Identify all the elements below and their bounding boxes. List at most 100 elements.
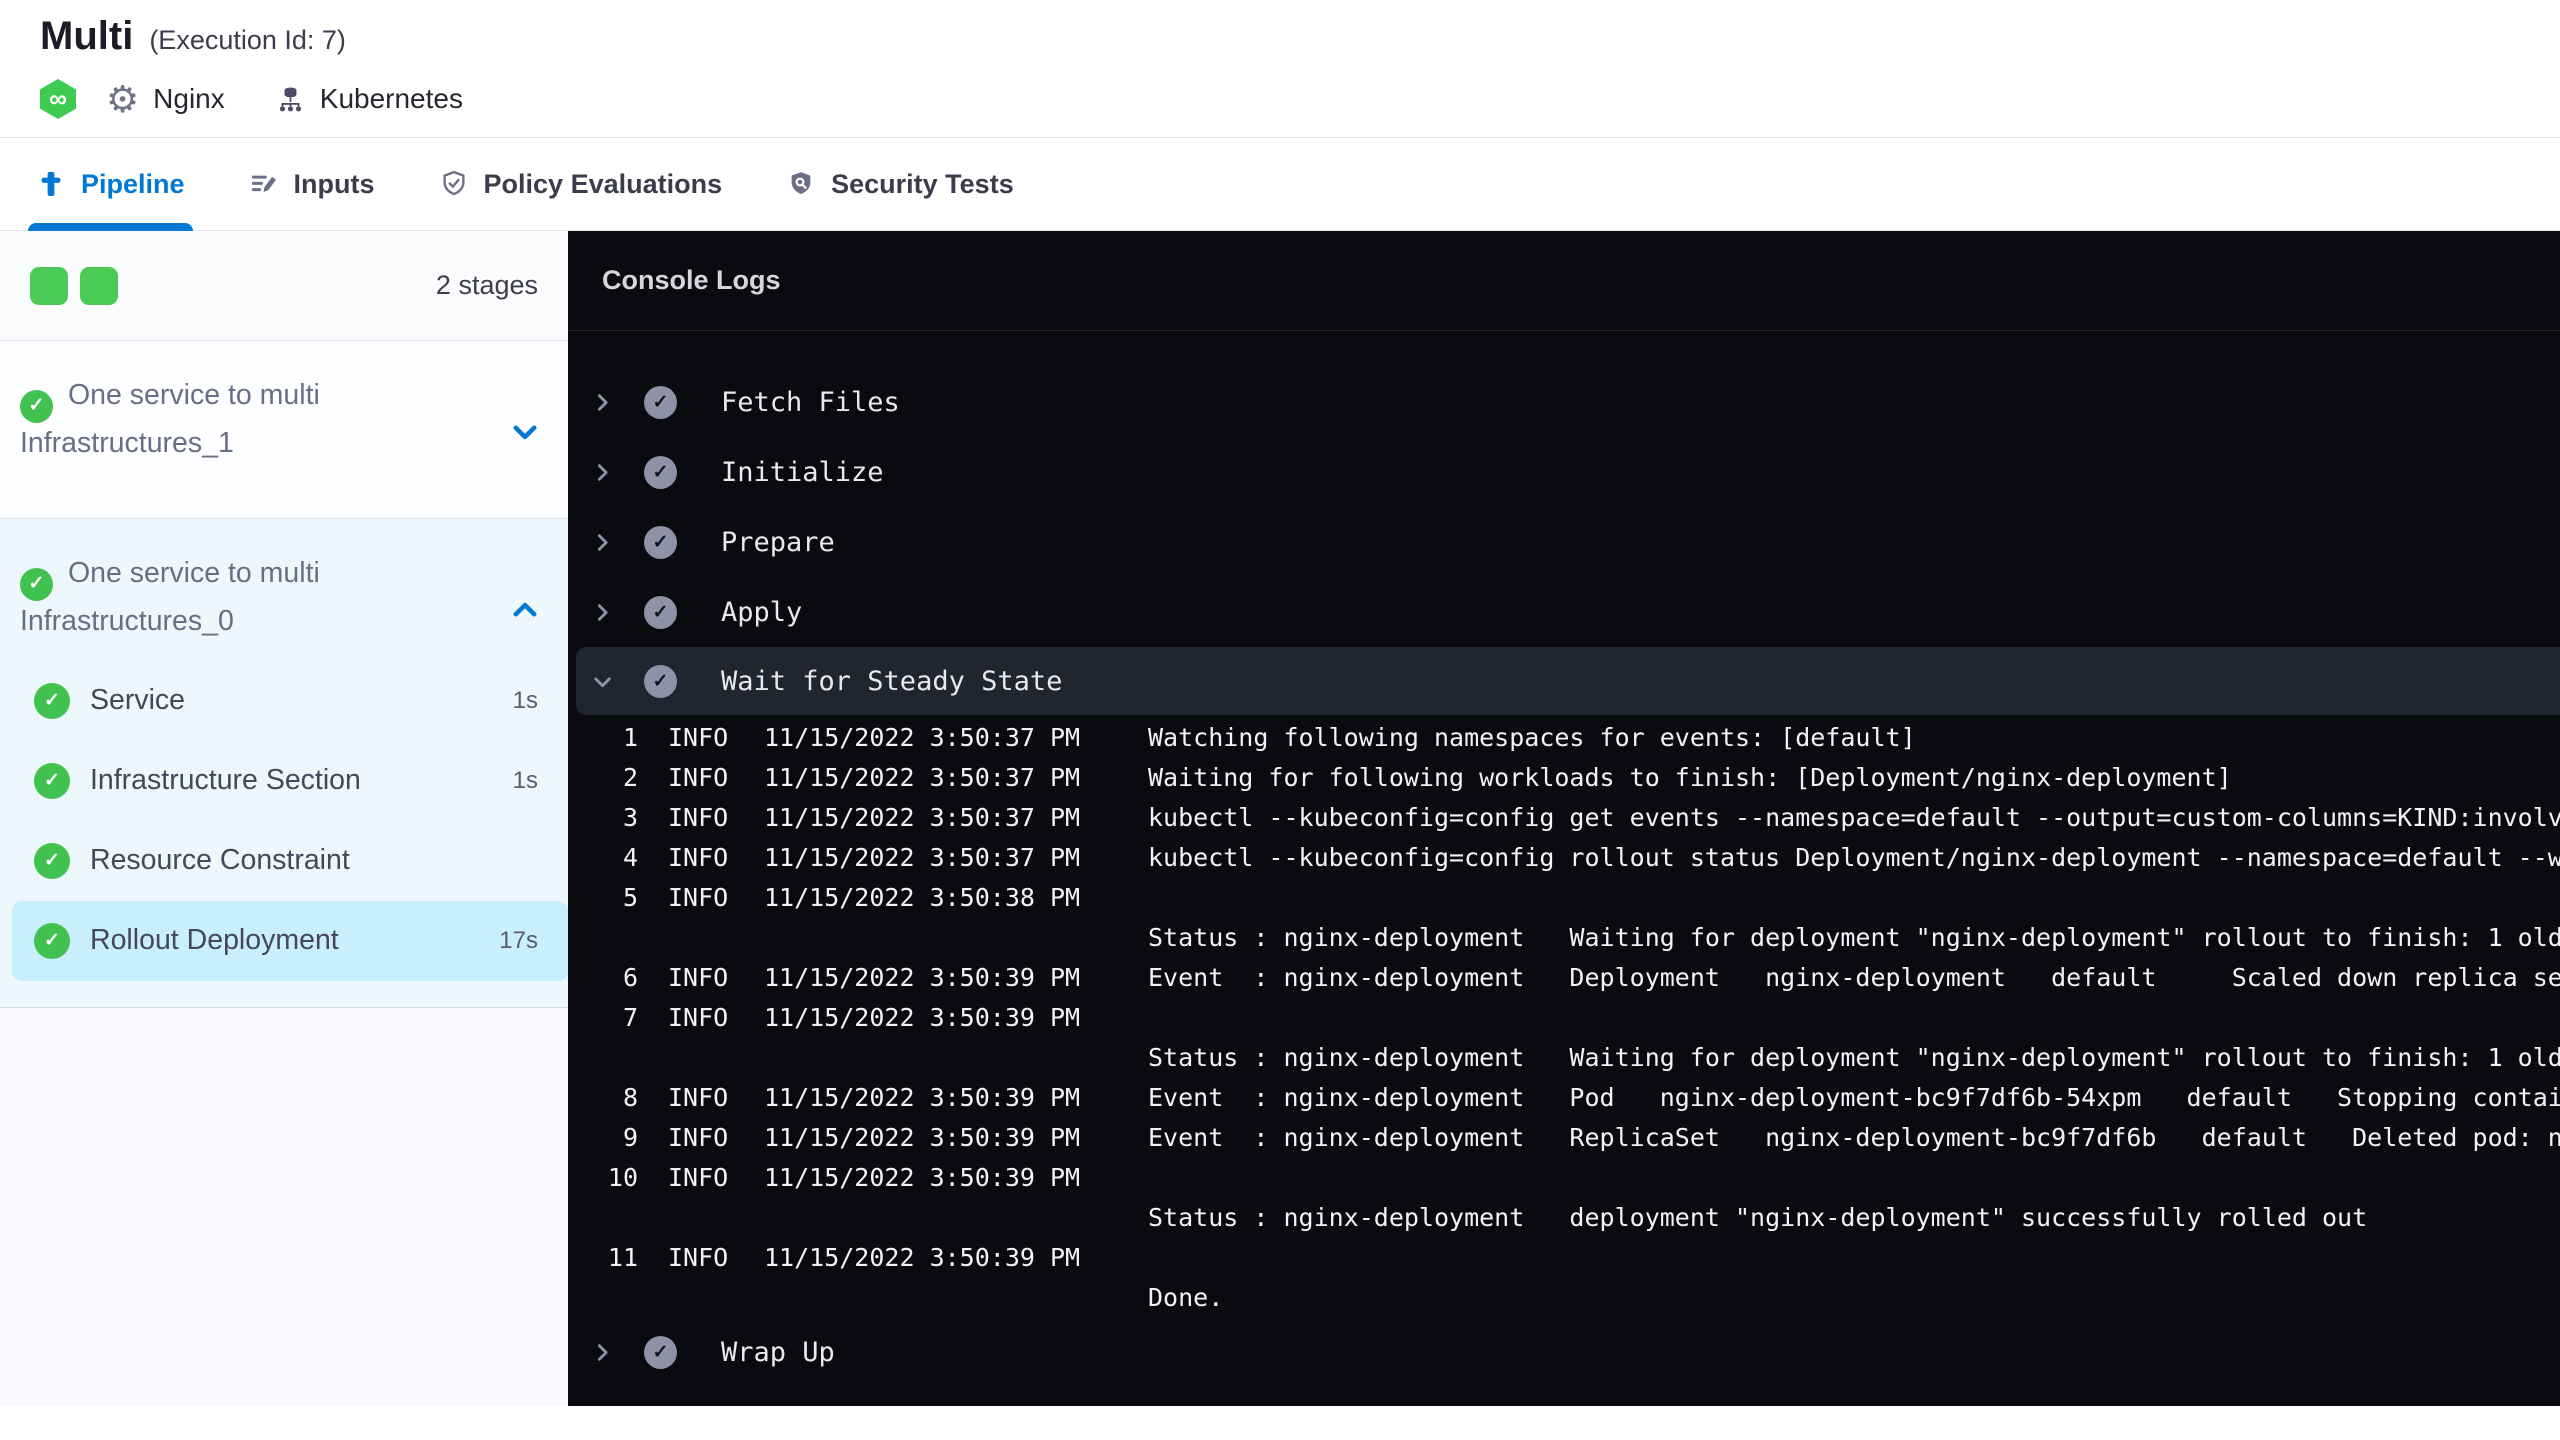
- log-level: INFO: [668, 962, 729, 992]
- log-timestamp: 11/15/2022 3:50:39 PM: [764, 1122, 1081, 1152]
- stage-item-one-service-to-multi-infrastructures-0[interactable]: ✓ One service to multi Infrastructures_0: [0, 519, 568, 661]
- check-circle-icon: ✓: [644, 664, 677, 698]
- step-label: Infrastructure Section: [90, 764, 361, 796]
- tab-label: Policy Evaluations: [483, 168, 723, 199]
- log-level: INFO: [668, 1162, 729, 1192]
- log-level: INFO: [668, 1122, 729, 1152]
- log-level: INFO: [668, 1242, 729, 1272]
- check-circle-icon: ✓: [644, 1335, 677, 1369]
- pipeline-icon: [36, 169, 66, 199]
- chevron-right-icon[interactable]: [590, 530, 618, 555]
- security-tests-icon: [786, 169, 816, 199]
- log-line: 3 INFO 11/15/2022 3:50:37 PM kubectl --kube…: [568, 797, 2560, 837]
- stage-name: One service to multi Infrastructures_1: [20, 379, 320, 459]
- log-line-number: 9: [622, 1122, 638, 1152]
- log-level: INFO: [668, 722, 729, 752]
- console-step-fetch-files[interactable]: ✓ Fetch Files: [568, 367, 2560, 437]
- console-logs-title: Console Logs: [602, 265, 781, 295]
- console-step-apply[interactable]: ✓ Apply: [568, 577, 2560, 647]
- log-timestamp: 11/15/2022 3:50:38 PM: [764, 882, 1081, 912]
- chevron-right-icon[interactable]: [590, 390, 618, 415]
- log-message: Watching following namespaces for events…: [1148, 722, 1916, 752]
- console-step-label: Apply: [721, 596, 803, 628]
- log-line-number: 7: [622, 1002, 638, 1032]
- service-gear-icon: ⚙: [106, 78, 140, 120]
- chevron-right-icon[interactable]: [590, 600, 618, 625]
- sidebar-step-rollout-deployment[interactable]: ✓ Rollout Deployment 17s: [12, 900, 568, 981]
- chevron-up-icon[interactable]: [508, 593, 542, 627]
- log-line-number: 3: [622, 802, 638, 832]
- log-line: Status : nginx-deployment deployment "ng…: [568, 1197, 2560, 1237]
- log-timestamp: 11/15/2022 3:50:39 PM: [764, 1162, 1081, 1192]
- header-meta: ∞ ⚙ Nginx Kubernetes: [40, 79, 2560, 119]
- log-timestamp: 11/15/2022 3:50:39 PM: [764, 1242, 1081, 1272]
- log-message: kubectl --kubeconfig=config rollout stat…: [1148, 842, 2560, 872]
- stage-item-one-service-to-multi-infrastructures-1[interactable]: ✓ One service to multi Infrastructures_1: [0, 341, 568, 519]
- chevron-down-icon[interactable]: [508, 415, 542, 449]
- header: Multi (Execution Id: 7): [0, 0, 2560, 59]
- log-level: INFO: [668, 762, 729, 792]
- stage-status-square[interactable]: [30, 266, 68, 305]
- check-circle-icon: ✓: [34, 682, 70, 719]
- console-step-initialize[interactable]: ✓ Initialize: [568, 437, 2560, 507]
- log-line: 6 INFO 11/15/2022 3:50:39 PM Event : nginx-…: [568, 957, 2560, 997]
- log-level: INFO: [668, 1082, 729, 1112]
- log-message: kubectl --kubeconfig=config get events -…: [1148, 802, 2560, 832]
- log-line-number: 2: [622, 762, 638, 792]
- console-step-label: Wait for Steady State: [721, 665, 1063, 697]
- tab-security-tests[interactable]: Security Tests: [786, 138, 1014, 230]
- log-message: Event : nginx-deployment Pod nginx-deplo…: [1148, 1082, 2560, 1112]
- tab-pipeline[interactable]: Pipeline: [28, 138, 193, 231]
- console-step-wrap-up[interactable]: ✓ Wrap Up: [568, 1317, 2560, 1387]
- log-message: Event : nginx-deployment ReplicaSet ngin…: [1148, 1122, 2560, 1152]
- execution-id: (Execution Id: 7): [149, 25, 346, 55]
- log-line: 2 INFO 11/15/2022 3:50:37 PM Waiting for fo…: [568, 757, 2560, 797]
- log-level: INFO: [668, 842, 729, 872]
- step-label: Service: [90, 684, 186, 716]
- check-circle-icon: ✓: [644, 595, 677, 629]
- stage-minimap: [30, 266, 130, 305]
- chevron-right-icon[interactable]: [590, 460, 618, 485]
- log-message: Status : nginx-deployment Waiting for de…: [1148, 922, 2560, 952]
- stages-header: 2 stages: [0, 231, 568, 341]
- log-line-number: 4: [622, 842, 638, 872]
- log-lines: 1 INFO 11/15/2022 3:50:37 PM Watching follo…: [568, 715, 2560, 1317]
- tab-policy-evaluations[interactable]: Policy Evaluations: [439, 138, 723, 230]
- tab-inputs[interactable]: Inputs: [249, 138, 375, 230]
- stage-status-square[interactable]: [80, 266, 118, 305]
- step-duration: 17s: [499, 926, 538, 954]
- log-timestamp: 11/15/2022 3:50:39 PM: [764, 1082, 1081, 1112]
- log-line: 7 INFO 11/15/2022 3:50:39 PM: [568, 997, 2560, 1037]
- sidebar-step-service[interactable]: ✓ Service 1s: [0, 661, 568, 741]
- log-timestamp: 11/15/2022 3:50:37 PM: [764, 762, 1081, 792]
- inputs-icon: [249, 169, 279, 199]
- check-circle-icon: ✓: [644, 385, 677, 419]
- log-timestamp: 11/15/2022 3:50:37 PM: [764, 722, 1081, 752]
- tab-label: Security Tests: [831, 168, 1014, 199]
- sidebar-step-infrastructure-section[interactable]: ✓ Infrastructure Section 1s: [0, 741, 568, 821]
- chevron-right-icon[interactable]: [590, 1340, 618, 1365]
- log-line: 8 INFO 11/15/2022 3:50:39 PM Event : nginx-…: [568, 1077, 2560, 1117]
- stage-name: One service to multi Infrastructures_0: [20, 557, 320, 637]
- chevron-down-icon[interactable]: [590, 669, 618, 694]
- stage-section-expanded: ✓ One service to multi Infrastructures_0 …: [0, 519, 568, 1008]
- sidebar-step-resource-constraint[interactable]: ✓ Resource Constraint: [0, 821, 568, 901]
- service-name[interactable]: Nginx: [153, 83, 225, 115]
- log-level: INFO: [668, 882, 729, 912]
- log-line: 11 INFO 11/15/2022 3:50:39 PM: [568, 1237, 2560, 1277]
- infrastructure-name[interactable]: Kubernetes: [320, 83, 463, 115]
- console-step-wait-for-steady-state[interactable]: ✓ Wait for Steady State: [576, 647, 2560, 715]
- check-circle-icon: ✓: [34, 762, 70, 799]
- log-message: Status : nginx-deployment Waiting for de…: [1148, 1042, 2560, 1072]
- stages-sidebar: 2 stages ✓ One service to multi Infrastru…: [0, 231, 568, 1406]
- log-line: 4 INFO 11/15/2022 3:50:37 PM kubectl --kube…: [568, 837, 2560, 877]
- step-duration: 1s: [512, 686, 538, 714]
- stage-count: 2 stages: [435, 270, 538, 300]
- check-circle-icon: ✓: [644, 525, 677, 559]
- log-message: Status : nginx-deployment deployment "ng…: [1148, 1202, 2368, 1232]
- check-circle-icon: ✓: [20, 389, 53, 423]
- log-message: Done.: [1148, 1282, 1224, 1312]
- console-step-prepare[interactable]: ✓ Prepare: [568, 507, 2560, 577]
- log-level: INFO: [668, 802, 729, 832]
- log-line: Done.: [568, 1277, 2560, 1317]
